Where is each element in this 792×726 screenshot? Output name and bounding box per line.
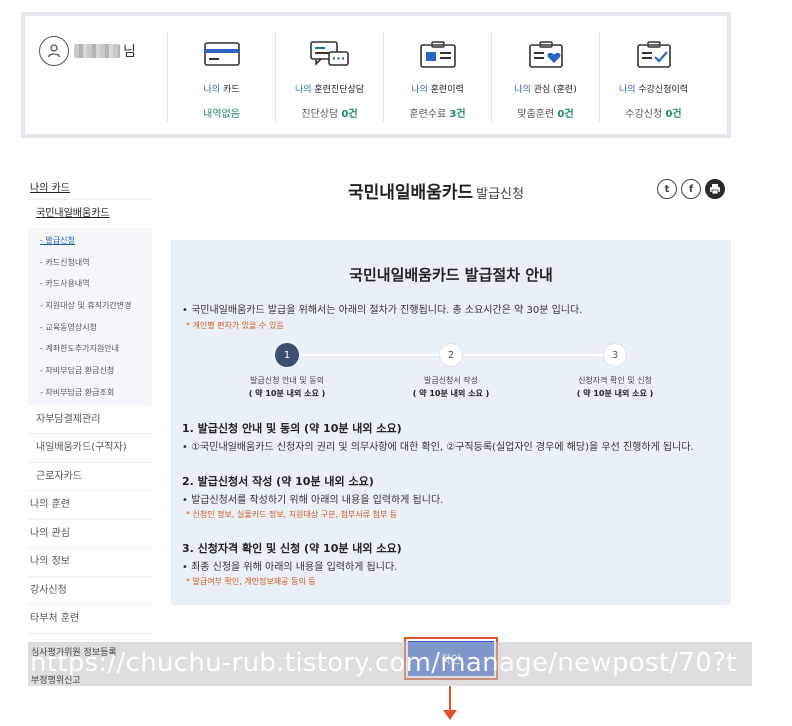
stat-my-card[interactable]: 나의 카드 내역없음 — [167, 32, 275, 122]
issuance-guide-box: 국민내일배움카드 발급절차 안내 • 국민내일배움카드 발급을 위해서는 아래의… — [171, 240, 731, 605]
stat-my-card-value: 내역없음 — [203, 109, 240, 120]
page-title: 국민내일배움카드 발급신청 — [348, 183, 524, 203]
section-3-text: • 최종 신청을 위해 아래의 내용을 입력하게 됩니다. — [182, 562, 398, 573]
guide-intro-note: * 개인별 편차가 있을 수 있음 — [186, 321, 284, 330]
guide-intro: • 국민내일배움카드 발급을 위해서는 아래의 절차가 진행됩니다. 총 소요시… — [182, 305, 583, 316]
sidebar-item-card-jobseeker[interactable]: 내일배움카드(구직자) — [28, 434, 152, 463]
step-2-label: 발급신청서 작성( 약 10분 내외 소요 ) — [412, 376, 490, 398]
sidebar-item-worker-card[interactable]: 근로자카드 — [28, 463, 152, 491]
sidebar-item-other-ministry-training[interactable]: 타부처 훈련 — [28, 605, 152, 634]
sidebar-subitem-edu-video[interactable]: - 교육동영상시청 — [28, 317, 152, 339]
section-1-heading: 1. 발급신청 안내 및 동의 (약 10분 내외 소요) — [182, 422, 402, 435]
annotation-arrow-down-icon — [443, 710, 457, 720]
section-2-note: * 신청인 정보, 실물카드 정보, 지원대상 구분, 첨부서류 첨부 등 — [186, 510, 398, 519]
step-1-indicator: 1 — [275, 343, 299, 367]
card-icon — [203, 40, 241, 72]
page-subtitle: 발급신청 — [476, 187, 524, 202]
section-2-text: • 발급신청서를 작성하기 위해 아래의 내용을 입력하게 됩니다. — [182, 495, 444, 506]
sidebar-item-my-training[interactable]: 나의 훈련 — [28, 491, 152, 520]
chat-icon — [309, 40, 351, 74]
sidebar-subitem-refund-apply[interactable]: - 자비부담금 환급신청 — [28, 360, 152, 382]
section-3-note: * 발급여부 확인, 개인정보제공 동의 등 — [186, 577, 316, 586]
section-2-heading: 2. 발급신청서 작성 (약 10분 내외 소요) — [182, 475, 374, 488]
sidebar-subitem-card-apply-history[interactable]: - 카드신청내역 — [28, 252, 152, 274]
sidebar-item-my-card[interactable]: 나의 카드 — [28, 178, 152, 200]
url-watermark-text: https://chuchu-rub.tistory.com/manage/ne… — [30, 648, 737, 678]
sidebar-subitem-card-usage[interactable]: - 카드사용내역 — [28, 273, 152, 295]
user-name-suffix: 님 — [123, 44, 136, 60]
share-buttons: t f — [657, 179, 725, 199]
step-3-indicator: 3 — [603, 343, 627, 367]
check-clipboard-icon — [634, 40, 674, 74]
sidebar-subitem-eligibility-change[interactable]: - 지원대상 및 휴직기간변경 — [28, 295, 152, 317]
sidebar-subitem-refund-inquiry[interactable]: - 자비부담금 환급조회 — [28, 382, 152, 404]
stat-enrollment-history[interactable]: 나의 수강신청이력 수강신청 0건 — [599, 32, 707, 122]
sidebar-item-national-card[interactable]: 국민내일배움카드 — [28, 200, 152, 228]
stat-training-consult-value: 진단상담 0건 — [301, 109, 358, 120]
sidebar-item-my-interest[interactable]: 나의 관심 — [28, 520, 152, 548]
section-3-heading: 3. 신청자격 확인 및 신청 (약 10분 내외 소요) — [182, 542, 402, 555]
sidebar-nav: 나의 카드 국민내일배움카드 - 발급신청 - 카드신청내역 - 카드사용내역 … — [28, 178, 152, 634]
sidebar-item-my-info[interactable]: 나의 정보 — [28, 548, 152, 577]
sidebar-item-self-payment[interactable]: 자부담결제관리 — [28, 406, 152, 434]
id-card-icon — [418, 40, 458, 74]
sidebar-submenu: - 발급신청 - 카드신청내역 - 카드사용내역 - 지원대상 및 휴직기간변경… — [28, 228, 152, 406]
stat-interest-training[interactable]: 나의 관심 (훈련) 맞춤훈련 0건 — [491, 32, 599, 122]
guide-title: 국민내일배움카드 발급절차 안내 — [349, 266, 553, 284]
stat-enrollment-history-value: 수강신청 0건 — [625, 109, 682, 120]
sidebar-item-evaluator-register[interactable]: 심사평가위원 정보등록 — [31, 645, 117, 658]
heart-clipboard-icon — [526, 40, 566, 74]
user-info: 님 — [39, 36, 136, 66]
facebook-share-button[interactable]: f — [681, 179, 701, 199]
stat-training-history[interactable]: 나의 훈련이력 훈련수료 3건 — [383, 32, 491, 122]
step-3-label: 신청자격 확인 및 신청( 약 10분 내외 소요 ) — [576, 376, 654, 398]
sidebar-subitem-limit-support[interactable]: - 계좌한도추가지원안내 — [28, 338, 152, 360]
print-icon — [710, 184, 720, 195]
sidebar-item-instructor-apply[interactable]: 강사신청 — [28, 577, 152, 605]
stat-training-consult[interactable]: 나의 훈련진단상담 진단상담 0건 — [275, 32, 383, 122]
step-2-indicator: 2 — [439, 343, 463, 367]
my-summary-panel: 님 나의 카드 내역없음 나의 훈련진단상담 진단상담 0건 나의 훈련이력 훈… — [21, 12, 731, 138]
stat-interest-training-value: 맞춤훈련 0건 — [517, 109, 574, 120]
stat-training-history-value: 훈련수료 3건 — [409, 109, 466, 120]
summary-stats: 나의 카드 내역없음 나의 훈련진단상담 진단상담 0건 나의 훈련이력 훈련수… — [167, 32, 707, 122]
annotation-arrow-line — [449, 686, 451, 712]
print-button[interactable] — [705, 179, 725, 199]
section-1-text: • ①국민내일배움카드 신청자의 권리 및 의무사항에 대한 확인, ②구직등록… — [182, 442, 694, 453]
sidebar-subitem-apply[interactable]: - 발급신청 — [28, 230, 152, 252]
sidebar-item-misconduct-report[interactable]: 부정행위신고 — [31, 673, 81, 686]
user-name-blurred — [74, 44, 120, 58]
twitter-share-button[interactable]: t — [657, 179, 677, 199]
step-1-label: 발급신청 안내 및 동의( 약 10분 내외 소요 ) — [248, 376, 326, 398]
user-avatar-icon — [39, 36, 69, 66]
